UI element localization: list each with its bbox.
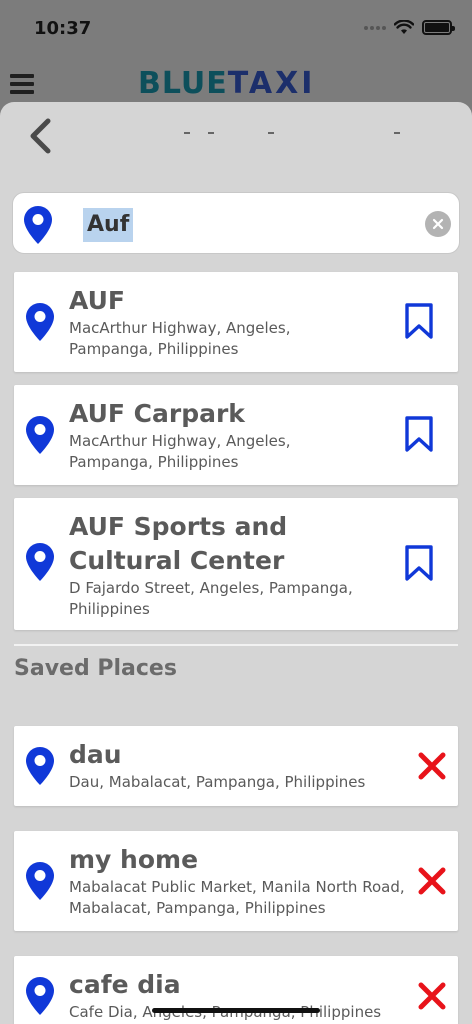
result-title: AUF [69, 286, 125, 315]
saved-place-address: Mabalacat Public Market, Manila North Ro… [69, 878, 405, 917]
saved-place-item[interactable]: dau Dau, Mabalacat, Pampanga, Philippine… [14, 726, 458, 806]
close-x-icon[interactable] [418, 867, 446, 895]
saved-place-item[interactable]: cafe dia Cafe Dia, Angeles, Pampanga, Ph… [14, 956, 458, 1024]
battery-icon [422, 20, 455, 35]
bookmark-icon[interactable] [404, 302, 434, 340]
result-title: AUF Carpark [69, 399, 245, 428]
search-sheet: Auf AUF MacArthur Highway, Angeles, Pamp… [0, 102, 472, 1024]
clear-search-button[interactable] [425, 211, 451, 237]
result-address: D Fajardo Street, Angeles, Pampanga, Phi… [69, 579, 353, 618]
status-icons [364, 20, 455, 35]
hamburger-menu-icon[interactable] [10, 74, 34, 98]
search-result-item[interactable]: AUF Sports and Cultural Center D Fajardo… [14, 498, 458, 630]
saved-places-heading: Saved Places [14, 656, 177, 681]
home-indicator[interactable] [152, 1008, 320, 1013]
location-pin-icon [26, 303, 54, 341]
result-address: MacArthur Highway, Angeles, Pampanga, Ph… [69, 432, 291, 471]
search-result-item[interactable]: AUF MacArthur Highway, Angeles, Pampanga… [14, 272, 458, 372]
saved-place-address: Dau, Mabalacat, Pampanga, Philippines [69, 773, 366, 791]
cellular-signal-icon [364, 25, 386, 30]
result-title: AUF Sports and Cultural Center [69, 512, 288, 575]
location-pin-icon [26, 977, 54, 1015]
search-field[interactable]: Auf [12, 192, 460, 254]
brand-logo-part1: BLUE [138, 66, 228, 101]
saved-place-title: my home [69, 845, 199, 874]
search-result-item[interactable]: AUF Carpark MacArthur Highway, Angeles, … [14, 385, 458, 485]
location-pin-icon [24, 206, 52, 244]
bookmark-icon[interactable] [404, 544, 434, 582]
search-input[interactable]: Auf [83, 208, 134, 242]
bookmark-icon[interactable] [404, 415, 434, 453]
saved-place-item[interactable]: my home Mabalacat Public Market, Manila … [14, 831, 458, 931]
close-x-icon[interactable] [418, 752, 446, 780]
brand-logo: BLUETAXI [138, 66, 315, 101]
clear-circle-icon [432, 218, 444, 230]
location-pin-icon [26, 862, 54, 900]
saved-place-title: dau [69, 740, 122, 769]
location-pin-icon [26, 543, 54, 581]
status-time: 10:37 [34, 18, 92, 39]
close-x-icon[interactable] [418, 982, 446, 1010]
section-divider [14, 644, 458, 646]
header-step-dashes [0, 132, 472, 142]
result-address: MacArthur Highway, Angeles, Pampanga, Ph… [69, 319, 291, 358]
status-bar: 10:37 [0, 0, 472, 58]
location-pin-icon [26, 416, 54, 454]
brand-logo-part2: TAXI [227, 66, 316, 101]
saved-place-title: cafe dia [69, 970, 181, 999]
wifi-icon [394, 20, 414, 34]
location-pin-icon [26, 747, 54, 785]
